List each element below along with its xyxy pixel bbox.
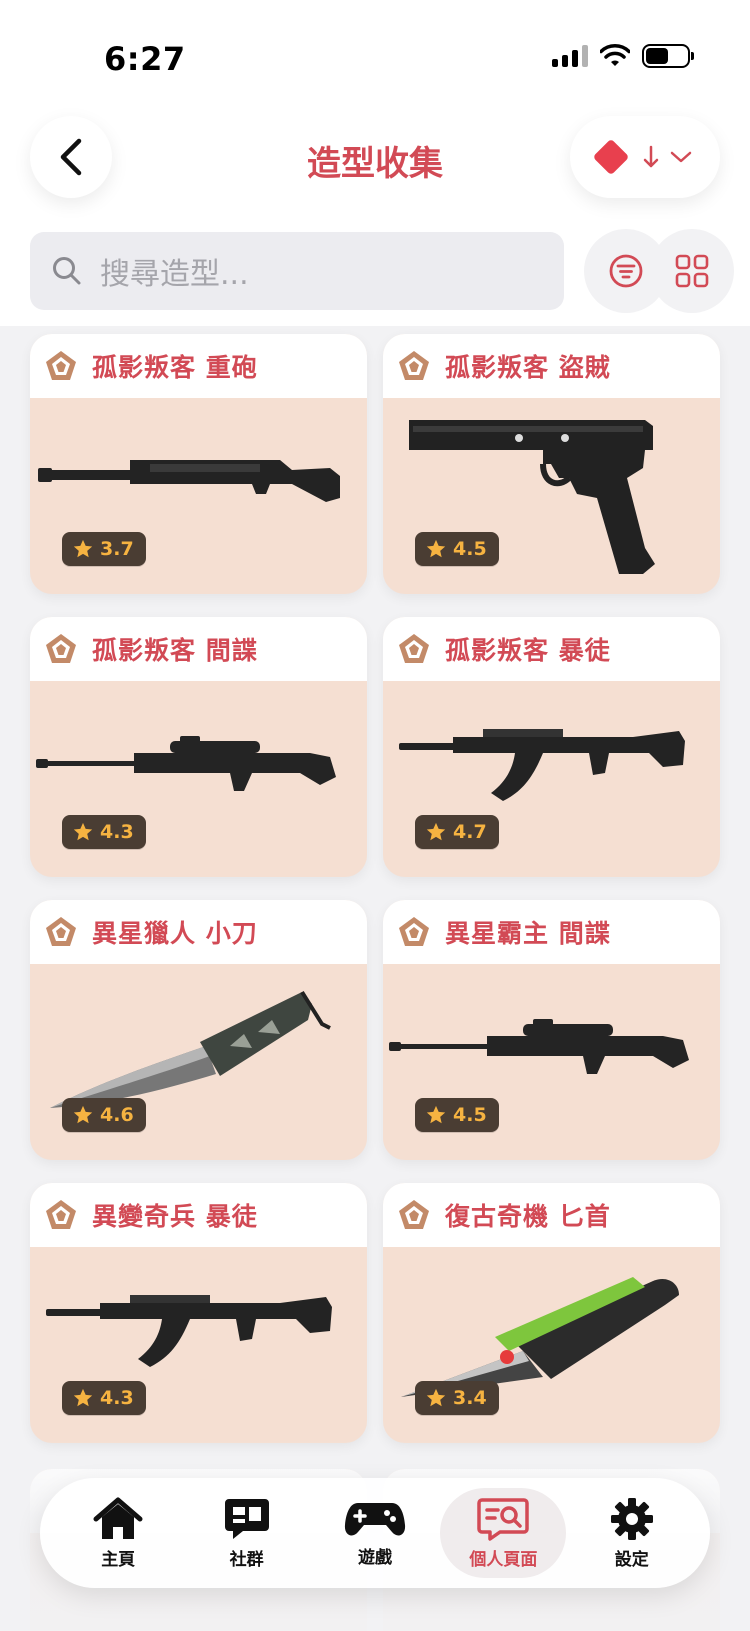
rating-badge: 3.4 — [415, 1381, 499, 1415]
card-header: 異星獵人 小刀 — [30, 900, 367, 964]
rating-badge: 4.3 — [62, 1381, 146, 1415]
skin-name: 孤影叛客 重砲 — [92, 353, 258, 382]
card-header: 孤影叛客 間諜 — [30, 617, 367, 681]
grid-view-button[interactable] — [650, 229, 734, 313]
chat-icon — [224, 1498, 269, 1539]
tier-badge-icon — [44, 1198, 78, 1232]
card-header: 復古奇機 匕首 — [383, 1183, 720, 1247]
star-icon — [426, 1388, 446, 1407]
tab-profile[interactable]: 個人頁面 — [440, 1488, 567, 1578]
profile-search-icon — [477, 1497, 530, 1541]
tier-badge-icon — [397, 632, 431, 666]
skin-card[interactable]: 孤影叛客 暴徒 4.7 — [383, 617, 720, 877]
cellular-signal-icon — [552, 45, 588, 67]
tab-label: 遊戲 — [357, 1547, 392, 1568]
star-icon — [426, 822, 446, 841]
chevron-down-icon — [670, 151, 692, 163]
rating-badge: 4.5 — [415, 1098, 499, 1132]
filter-icon — [609, 254, 643, 288]
grid-icon — [675, 254, 709, 288]
status-icons — [552, 44, 694, 68]
rating-value: 4.3 — [100, 1387, 134, 1409]
tab-label: 主頁 — [101, 1549, 136, 1570]
skin-name: 異星獵人 小刀 — [92, 919, 258, 948]
tier-badge-icon — [44, 632, 78, 666]
tier-badge-icon — [44, 915, 78, 949]
rarity-diamond-icon — [592, 138, 630, 176]
skin-card[interactable]: 復古奇機 匕首 3.4 — [383, 1183, 720, 1443]
skin-name: 孤影叛客 盜賊 — [445, 353, 611, 382]
tier-badge-icon — [397, 349, 431, 383]
card-header: 孤影叛客 盜賊 — [383, 334, 720, 398]
card-header: 異星霸主 間諜 — [383, 900, 720, 964]
star-icon — [73, 539, 93, 558]
star-icon — [426, 1105, 446, 1124]
skin-card[interactable]: 孤影叛客 間諜 4.3 — [30, 617, 367, 877]
card-header: 孤影叛客 暴徒 — [383, 617, 720, 681]
tab-label: 個人頁面 — [469, 1549, 538, 1570]
rating-badge: 4.5 — [415, 532, 499, 566]
rating-value: 4.5 — [453, 538, 487, 560]
rating-badge: 3.7 — [62, 532, 146, 566]
tab-label: 設定 — [614, 1549, 649, 1570]
screen: 6:27 造型收集 搜尋造型... 孤影叛客 重砲 3.7 孤影叛客 盜賊 4.… — [0, 0, 750, 1631]
search-placeholder: 搜尋造型... — [100, 257, 249, 292]
skin-card[interactable]: 孤影叛客 盜賊 4.5 — [383, 334, 720, 594]
card-header: 異變奇兵 暴徒 — [30, 1183, 367, 1247]
card-header: 孤影叛客 重砲 — [30, 334, 367, 398]
rating-value: 4.6 — [100, 1104, 134, 1126]
star-icon — [426, 539, 446, 558]
star-icon — [73, 1105, 93, 1124]
rating-value: 4.5 — [453, 1104, 487, 1126]
rating-value: 4.7 — [453, 821, 487, 843]
wifi-icon — [600, 44, 630, 66]
rating-value: 3.7 — [100, 538, 134, 560]
tab-community[interactable]: 社群 — [184, 1488, 310, 1578]
rating-badge: 4.6 — [62, 1098, 146, 1132]
tier-badge-icon — [397, 915, 431, 949]
star-icon — [73, 822, 93, 841]
skin-name: 異星霸主 間諜 — [445, 919, 611, 948]
status-time: 6:27 — [104, 40, 186, 78]
skin-card[interactable]: 異星霸主 間諜 4.5 — [383, 900, 720, 1160]
gear-icon — [610, 1497, 653, 1540]
skin-name: 孤影叛客 暴徒 — [445, 636, 611, 665]
tier-badge-icon — [397, 1198, 431, 1232]
gamepad-icon — [344, 1502, 406, 1536]
tab-home[interactable]: 主頁 — [55, 1488, 181, 1578]
tab-label: 社群 — [229, 1549, 264, 1570]
sort-rarity-button[interactable] — [570, 116, 720, 198]
skin-card[interactable]: 異星獵人 小刀 4.6 — [30, 900, 367, 1160]
rating-badge: 4.7 — [415, 815, 499, 849]
star-icon — [73, 1388, 93, 1407]
tab-settings[interactable]: 設定 — [569, 1488, 695, 1578]
search-icon — [53, 257, 81, 285]
tab-bar: 主頁 社群 遊戲 個人頁面 設定 — [40, 1478, 710, 1588]
skin-name: 異變奇兵 暴徒 — [92, 1202, 258, 1231]
search-input[interactable]: 搜尋造型... — [30, 232, 564, 310]
skin-card[interactable]: 孤影叛客 重砲 3.7 — [30, 334, 367, 594]
arrow-down-icon — [643, 145, 659, 168]
rating-badge: 4.3 — [62, 815, 146, 849]
rating-value: 4.3 — [100, 821, 134, 843]
rating-value: 3.4 — [453, 1387, 487, 1409]
top-header-area: 6:27 造型收集 搜尋造型... — [0, 0, 750, 326]
tab-games[interactable]: 遊戲 — [312, 1488, 438, 1578]
skin-name: 復古奇機 匕首 — [445, 1202, 611, 1231]
battery-icon — [642, 44, 694, 68]
skin-card[interactable]: 異變奇兵 暴徒 4.3 — [30, 1183, 367, 1443]
home-icon — [93, 1497, 143, 1539]
tier-badge-icon — [44, 349, 78, 383]
skin-name: 孤影叛客 間諜 — [92, 636, 258, 665]
